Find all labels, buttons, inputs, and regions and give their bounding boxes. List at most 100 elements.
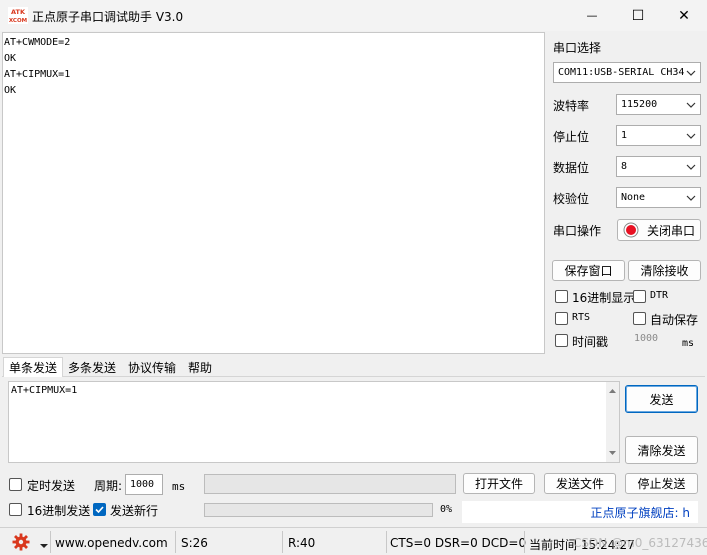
send-file-label: 发送文件 — [555, 477, 604, 491]
receive-line: AT+CIPMUX=1 — [4, 69, 71, 80]
hex-display-label: 16进制显示 — [572, 291, 636, 305]
hex-send-label: 16进制发送 — [27, 504, 91, 518]
data-bits-select[interactable]: 8 — [616, 156, 701, 177]
dtr-checkbox[interactable] — [633, 290, 646, 303]
hex-send-checkbox[interactable] — [9, 503, 22, 516]
port-label: 串口选择 — [553, 41, 602, 55]
chevron-down-icon — [686, 195, 696, 201]
status-sent-count: S:26 — [181, 536, 208, 550]
send-label: 发送 — [649, 392, 674, 407]
period-label: 周期: — [94, 479, 123, 493]
check-icon — [95, 506, 104, 514]
port-select[interactable]: COM11:USB-SERIAL CH34 — [553, 62, 701, 83]
parity-select[interactable]: None — [616, 187, 701, 208]
stop-send-button[interactable]: 停止发送 — [625, 473, 698, 494]
logo-text-top: ATK — [11, 8, 26, 16]
send-scrollbar[interactable] — [606, 382, 619, 462]
timed-send-label: 定时发送 — [27, 479, 76, 493]
clear-receive-label: 清除接收 — [640, 264, 689, 278]
stop-bits-value: 1 — [621, 130, 628, 141]
chevron-down-icon — [686, 164, 696, 170]
gear-icon[interactable] — [12, 533, 30, 554]
record-icon — [623, 222, 639, 238]
tab-protocol[interactable]: 协议传输 — [123, 357, 181, 377]
receive-line: OK — [4, 85, 17, 96]
save-window-label: 保存窗口 — [564, 264, 613, 278]
receive-textarea[interactable]: AT+CWMODE=2 OK AT+CIPMUX=1 OK — [2, 32, 545, 354]
clear-send-button[interactable]: 清除发送 — [625, 436, 698, 464]
status-bar: www.openedv.com S:26 R:40 CTS=0 DSR=0 DC… — [0, 527, 707, 555]
period-input[interactable]: 1000 — [125, 474, 163, 495]
send-progress-bar — [204, 503, 433, 517]
port-value: COM11:USB-SERIAL CH34 — [558, 67, 685, 78]
timestamp-checkbox[interactable] — [555, 334, 568, 347]
close-icon: ✕ — [678, 7, 690, 24]
store-link[interactable]: 正点原子旗舰店: h — [462, 501, 698, 523]
maximize-button[interactable]: ☐ — [615, 0, 661, 31]
status-separator — [282, 531, 283, 553]
status-received-count: R:40 — [288, 536, 316, 550]
send-textarea[interactable]: AT+CIPMUX=1 — [8, 381, 620, 463]
save-window-button[interactable]: 保存窗口 — [552, 260, 625, 281]
rts-label: RTS — [572, 312, 591, 323]
tab-label: 协议传输 — [128, 360, 177, 375]
period-value: 1000 — [130, 479, 155, 490]
send-file-button[interactable]: 发送文件 — [544, 473, 616, 494]
logo-text-bottom: XCOM — [9, 18, 27, 24]
status-separator — [50, 531, 51, 553]
window-title: 正点原子串口调试助手 V3.0 — [32, 10, 184, 24]
status-signals: CTS=0 DSR=0 DCD=0 — [390, 536, 527, 550]
close-button[interactable]: ✕ — [661, 0, 707, 31]
tab-label: 帮助 — [188, 360, 213, 375]
chevron-down-icon — [686, 102, 696, 108]
parity-label: 校验位 — [553, 192, 590, 206]
stop-bits-select[interactable]: 1 — [616, 125, 701, 146]
store-link-text: 正点原子旗舰店: h — [590, 505, 690, 520]
send-button[interactable]: 发送 — [625, 385, 698, 413]
baud-label: 波特率 — [553, 99, 590, 113]
period-unit: ms — [172, 480, 186, 493]
status-separator — [524, 531, 525, 553]
timestamp-input[interactable]: 1000 — [634, 333, 658, 344]
minimize-button[interactable]: — — [569, 0, 615, 31]
minimize-icon: — — [586, 9, 598, 22]
clear-receive-button[interactable]: 清除接收 — [628, 260, 701, 281]
auto-save-label: 自动保存 — [650, 313, 699, 327]
send-progress-percent: 0% — [440, 504, 453, 515]
clear-send-label: 清除发送 — [637, 443, 686, 458]
status-separator — [175, 531, 176, 553]
port-operation-label: 串口操作 — [553, 224, 602, 238]
tab-label: 多条发送 — [68, 360, 117, 375]
status-separator — [386, 531, 387, 553]
data-bits-value: 8 — [621, 161, 628, 172]
send-newline-checkbox[interactable] — [93, 503, 106, 516]
tab-single-send[interactable]: 单条发送 — [3, 357, 64, 377]
send-file-path — [204, 474, 456, 494]
receive-line: OK — [4, 53, 17, 64]
watermark: CSDN @m0_63127436 — [573, 536, 707, 550]
open-file-label: 打开文件 — [474, 477, 523, 491]
baud-select[interactable]: 115200 — [616, 94, 701, 115]
baud-value: 115200 — [621, 99, 658, 110]
timed-send-checkbox[interactable] — [9, 478, 22, 491]
tab-multi-send[interactable]: 多条发送 — [63, 357, 121, 377]
hex-display-checkbox[interactable] — [555, 290, 568, 303]
stop-send-label: 停止发送 — [637, 477, 686, 491]
open-file-button[interactable]: 打开文件 — [463, 473, 535, 494]
scroll-arrows-icon — [609, 389, 616, 455]
app-logo-icon: ATK XCOM — [8, 7, 28, 24]
timestamp-label: 时间戳 — [572, 335, 609, 349]
menu-dropdown-icon[interactable] — [40, 538, 48, 552]
tab-help[interactable]: 帮助 — [183, 357, 217, 377]
close-port-button[interactable]: 关闭串口 — [617, 219, 701, 241]
dtr-label: DTR — [650, 290, 669, 301]
send-text: AT+CIPMUX=1 — [11, 385, 78, 396]
status-url[interactable]: www.openedv.com — [55, 536, 168, 550]
maximize-icon: ☐ — [631, 7, 645, 24]
send-newline-label: 发送新行 — [110, 504, 159, 518]
timestamp-unit: ms — [682, 338, 695, 349]
chevron-down-icon — [686, 133, 696, 139]
auto-save-checkbox[interactable] — [633, 312, 646, 325]
rts-checkbox[interactable] — [555, 312, 568, 325]
close-port-label: 关闭串口 — [647, 223, 696, 238]
